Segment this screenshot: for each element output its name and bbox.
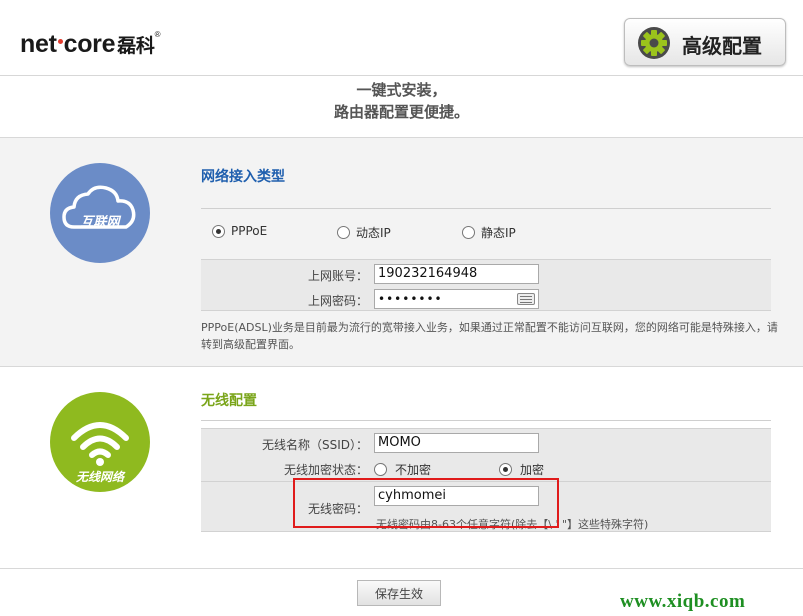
keyboard-icon[interactable] — [517, 293, 535, 305]
internet-circle-label: 互联网 — [80, 215, 120, 230]
slogan-line-1: 一键式安装， — [356, 81, 447, 99]
wan-section: 互联网 网络接入类型 PPPoE 动态IP 静态IP 上网账号： 1902321… — [0, 137, 803, 367]
wifi-section: 无线网络 无线配置 无线名称（SSID）： MOMO 无线加密状态： 不加密 加… — [0, 368, 803, 568]
encrypt-row: 无线加密状态： 不加密 加密 — [201, 456, 771, 480]
radio-static-ip-dot-icon — [462, 226, 475, 239]
radio-pppoe[interactable]: PPPoE — [212, 224, 267, 238]
wan-type-title: 网络接入类型 — [201, 169, 285, 185]
password-dots: •••••••• — [378, 292, 443, 306]
account-row: 上网账号： 190232164948 — [201, 262, 771, 286]
radio-no-encrypt[interactable]: 不加密 — [374, 461, 431, 478]
save-button[interactable]: 保存生效 — [357, 580, 441, 606]
password-input[interactable]: •••••••• — [374, 289, 539, 309]
ssid-input[interactable]: MOMO — [374, 433, 539, 453]
gear-icon — [638, 27, 670, 59]
radio-encrypt-dot-icon — [499, 463, 512, 476]
advanced-config-label: 高级配置 — [682, 34, 762, 58]
wifi-circle-label: 无线网络 — [75, 470, 124, 484]
password-row: 上网密码： •••••••• — [201, 287, 771, 311]
radio-no-encrypt-label: 不加密 — [395, 463, 432, 477]
wifi-circle: 无线网络 — [50, 392, 150, 492]
highlight-box — [293, 478, 559, 528]
radio-no-encrypt-dot-icon — [374, 463, 387, 476]
wan-description: PPPoE(ADSL)业务是目前最为流行的宽带接入业务，如果通过正常配置不能访问… — [201, 321, 778, 351]
slogan-line-2: 路由器配置更便捷。 — [333, 103, 469, 121]
wifi-divider — [201, 420, 771, 421]
radio-pppoe-label: PPPoE — [231, 224, 268, 238]
radio-encrypt[interactable]: 加密 — [499, 461, 544, 478]
radio-encrypt-label: 加密 — [520, 463, 545, 477]
advanced-config-button[interactable]: 高级配置 — [624, 18, 786, 66]
brand-cn: 磊科 — [117, 36, 155, 57]
wan-credentials-form: 上网账号： 190232164948 上网密码： •••••••• — [201, 259, 771, 311]
watermark: www.xiqb.com — [620, 591, 746, 612]
radio-dynamic-ip[interactable]: 动态IP — [337, 224, 391, 241]
radio-dynamic-ip-label: 动态IP — [356, 226, 391, 240]
radio-static-ip-label: 静态IP — [481, 226, 516, 240]
wan-divider — [201, 208, 771, 209]
password-label: 上网密码： — [307, 294, 368, 308]
radio-pppoe-dot-icon — [212, 224, 225, 238]
brand-reg: ® — [154, 30, 161, 39]
radio-static-ip[interactable]: 静态IP — [462, 224, 516, 241]
ssid-row: 无线名称（SSID）： MOMO — [201, 431, 771, 455]
account-input[interactable]: 190232164948 — [374, 264, 539, 284]
internet-circle: 互联网 — [50, 163, 150, 263]
header: net core 磊科® 高级配置 — [0, 0, 803, 76]
encrypt-label: 无线加密状态： — [283, 463, 368, 477]
account-label: 上网账号： — [307, 269, 368, 283]
logo-dot-icon — [57, 39, 63, 45]
slogan: 一键式安装， 路由器配置更便捷。 — [0, 77, 803, 137]
brand-text-2: core — [63, 30, 116, 58]
ssid-label: 无线名称（SSID）： — [261, 438, 368, 452]
radio-dynamic-ip-dot-icon — [337, 226, 350, 239]
brand-text: net — [20, 30, 57, 58]
netcore-logo: net core 磊科® — [20, 30, 161, 59]
wifi-config-title: 无线配置 — [201, 393, 257, 409]
